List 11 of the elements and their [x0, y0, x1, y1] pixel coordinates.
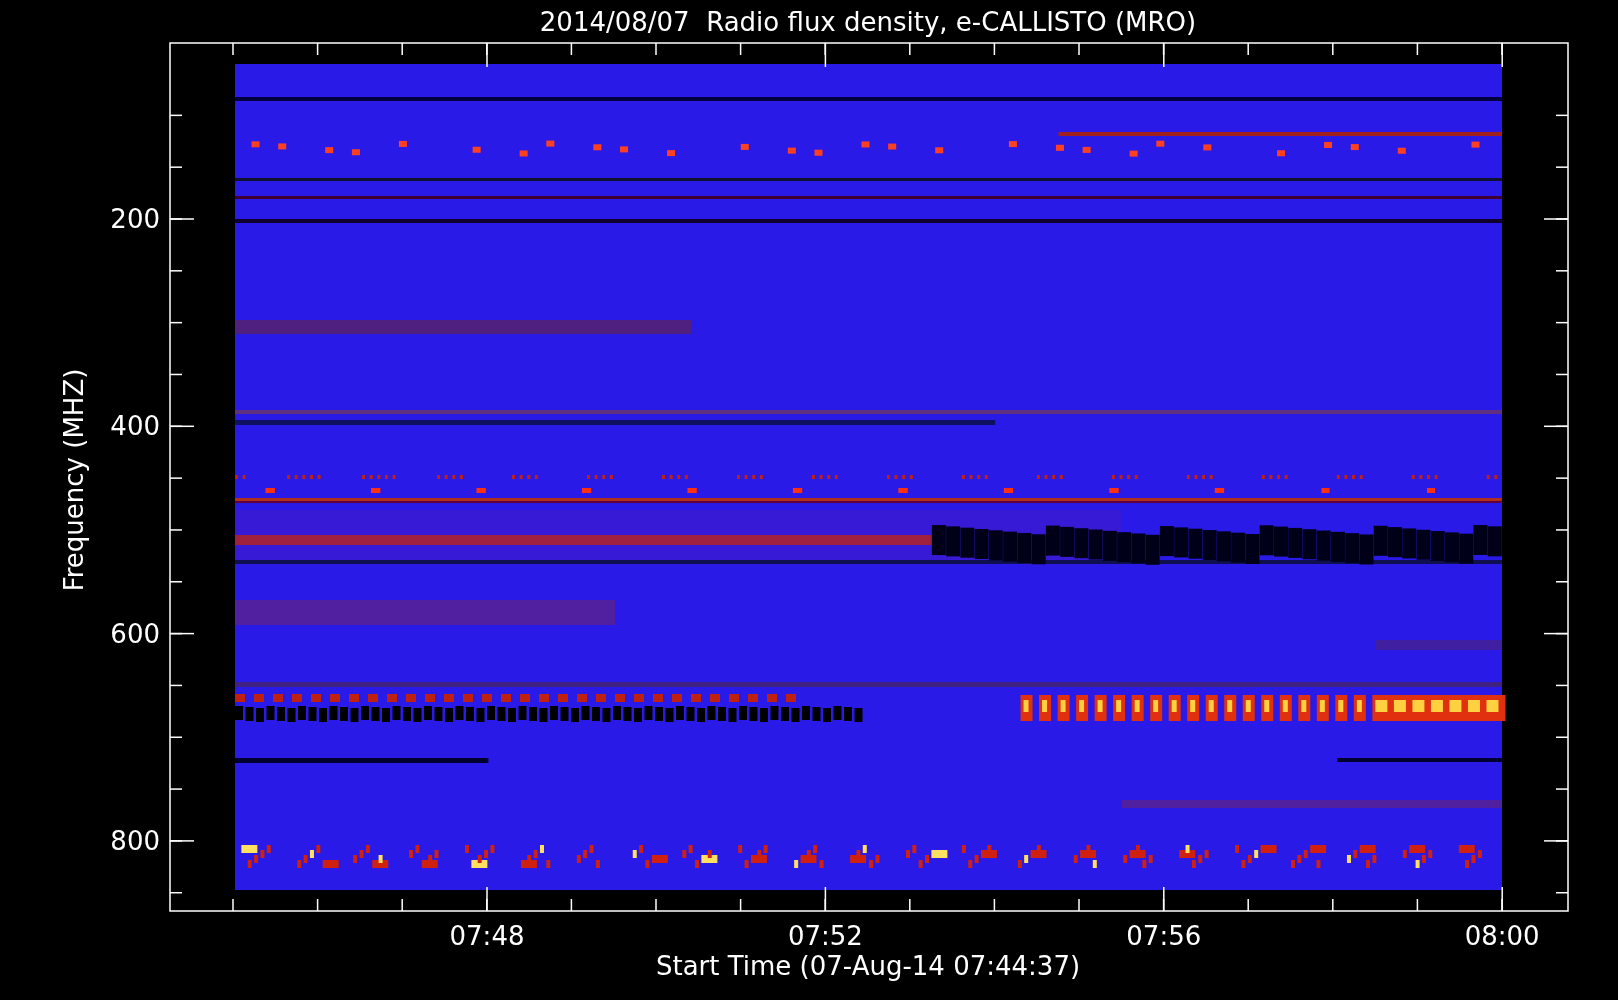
y-tick-label: 200 [110, 204, 160, 234]
y-axis-label: Frequency (MHZ) [59, 368, 89, 592]
chart-title: 2014/08/07 Radio flux density, e-CALLISTO (MRO) [539, 7, 1197, 37]
x-tick-label: 08:00 [1464, 921, 1540, 951]
x-axis-label: Start Time (07-Aug-14 07:44:37) [655, 951, 1081, 981]
y-tick-label: 800 [110, 825, 160, 856]
x-tick-label: 07:52 [787, 921, 863, 951]
y-tick-label: 600 [110, 618, 160, 649]
x-tick-label: 07:56 [1126, 921, 1202, 951]
y-tick-label: 400 [110, 411, 160, 442]
x-tick-label: 07:48 [449, 921, 525, 951]
